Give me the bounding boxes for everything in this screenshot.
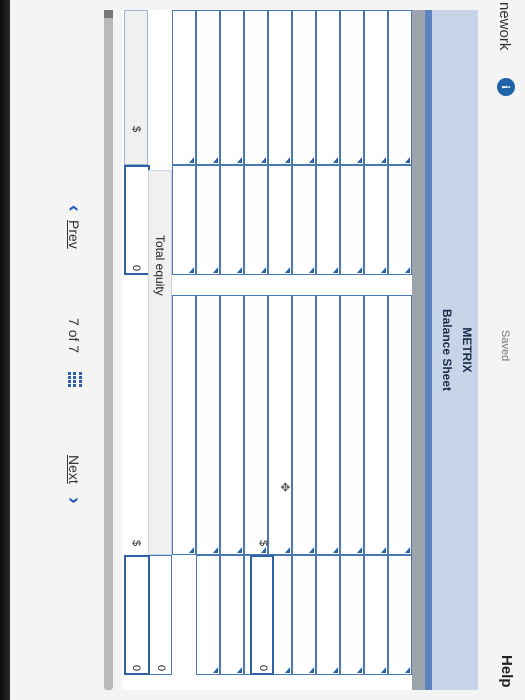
left-amount-input[interactable]	[316, 165, 340, 275]
move-cursor-icon: ✥	[278, 482, 292, 493]
header-divider	[425, 10, 432, 690]
left-amount-input[interactable]	[268, 165, 292, 275]
left-label-dropdown[interactable]	[172, 10, 196, 165]
horizontal-scrollbar[interactable]	[104, 10, 113, 690]
left-label-dropdown[interactable]	[220, 10, 244, 165]
left-amount-input[interactable]	[388, 165, 412, 275]
right-mid-currency: $	[257, 540, 269, 547]
left-amount-input[interactable]	[364, 165, 388, 275]
section-bar	[412, 10, 425, 690]
left-label-dropdown[interactable]	[364, 10, 388, 165]
total-equity-row	[148, 170, 172, 555]
right-amount-input[interactable]	[340, 555, 364, 675]
right-amount-input[interactable]	[388, 555, 412, 675]
company-name: METRIX	[460, 327, 474, 373]
grid-view-icon[interactable]	[66, 372, 82, 388]
right-label-dropdown[interactable]	[220, 295, 244, 555]
left-amount-input[interactable]	[220, 165, 244, 275]
right-subtotal-value: 0	[257, 665, 269, 672]
grand-total-currency: $	[130, 540, 142, 547]
total-equity-label: Total equity	[153, 235, 167, 296]
next-button[interactable]: Next	[66, 455, 82, 484]
right-label-dropdown[interactable]	[388, 295, 412, 555]
total-equity-value: 0	[155, 665, 167, 672]
left-label-dropdown[interactable]	[196, 10, 220, 165]
page-total: 7	[66, 345, 82, 354]
left-total-amount	[124, 165, 150, 275]
grand-total-value: 0	[130, 665, 142, 672]
left-total-value: 0	[130, 265, 142, 272]
page-of: of	[66, 329, 82, 342]
balance-sheet-grid: $ 0 Total equity $ 0 ✥ 0 $ 0	[122, 10, 412, 690]
left-label-dropdown[interactable]	[268, 10, 292, 165]
left-total-currency: $	[130, 126, 142, 133]
prev-button[interactable]: Prev	[66, 220, 82, 249]
left-amount-input[interactable]	[172, 165, 196, 275]
chevron-right-icon[interactable]: ›	[62, 497, 85, 504]
left-label-dropdown[interactable]	[244, 10, 268, 165]
chevron-left-icon[interactable]: ‹	[62, 205, 85, 212]
info-icon[interactable]: i	[497, 78, 515, 96]
right-label-dropdown[interactable]	[292, 295, 316, 555]
scroll-left-arrow[interactable]	[104, 10, 113, 18]
left-amount-input[interactable]	[292, 165, 316, 275]
left-amount-input[interactable]	[244, 165, 268, 275]
left-amount-input[interactable]	[340, 165, 364, 275]
right-amount-input[interactable]	[220, 555, 244, 675]
top-bar: nework i Saved Help	[485, 0, 525, 700]
grand-total-amount	[124, 555, 150, 675]
monitor-bezel	[0, 0, 10, 700]
left-label-dropdown[interactable]	[316, 10, 340, 165]
total-equity-amount	[148, 555, 172, 675]
statement-title: Balance Sheet	[440, 308, 454, 392]
left-label-dropdown[interactable]	[292, 10, 316, 165]
left-total-label	[124, 10, 148, 165]
right-amount-input[interactable]	[364, 555, 388, 675]
right-amount-input[interactable]	[292, 555, 316, 675]
right-amount-input[interactable]	[196, 555, 220, 675]
right-label-dropdown[interactable]	[244, 295, 268, 555]
right-amount-input[interactable]	[316, 555, 340, 675]
save-status: Saved	[499, 330, 511, 362]
right-label-dropdown[interactable]	[196, 295, 220, 555]
assignment-title: nework	[496, 2, 513, 51]
left-amount-input[interactable]	[196, 165, 220, 275]
right-label-dropdown[interactable]	[268, 295, 292, 555]
page-indicator: 7 of 7	[66, 318, 82, 353]
right-label-dropdown[interactable]	[340, 295, 364, 555]
right-label-dropdown[interactable]	[364, 295, 388, 555]
homework-page: nework i Saved Help METRIX Balance Sheet	[10, 0, 525, 700]
right-subtotal-amount	[250, 555, 274, 675]
right-label-dropdown[interactable]	[316, 295, 340, 555]
left-label-dropdown[interactable]	[340, 10, 364, 165]
help-link[interactable]: Help	[498, 655, 515, 688]
right-label-dropdown[interactable]	[172, 295, 196, 555]
statement-header: METRIX Balance Sheet	[432, 10, 478, 690]
left-label-dropdown[interactable]	[388, 10, 412, 165]
page-current: 7	[66, 318, 82, 326]
question-navigation: ‹ Prev 7 of 7 Next ›	[45, 0, 85, 700]
